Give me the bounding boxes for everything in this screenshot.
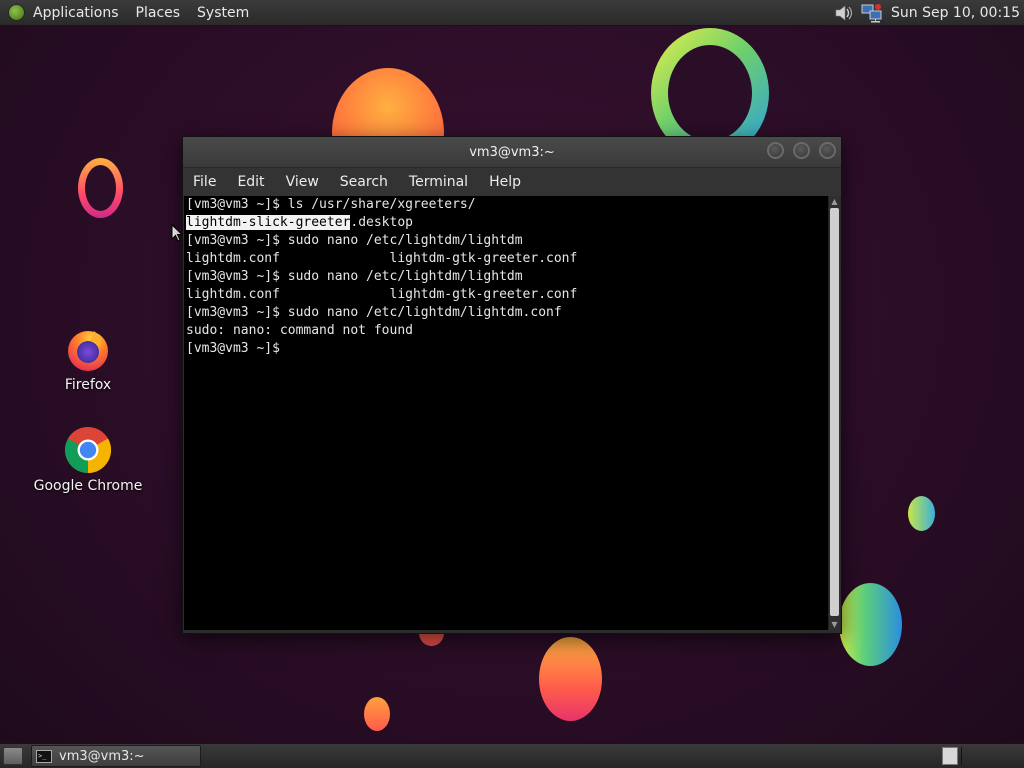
menu-system[interactable]: System	[197, 5, 249, 21]
desktop-icon-chrome[interactable]: Google Chrome	[33, 426, 143, 494]
menu-view[interactable]: View	[286, 174, 319, 190]
terminal-line: lightdm.conf lightdm-gtk-greeter.conf	[186, 287, 578, 302]
mate-logo-icon[interactable]	[8, 4, 25, 21]
menu-file[interactable]: File	[193, 174, 216, 190]
workspace-switcher[interactable]	[942, 747, 958, 765]
desktop-icon-firefox[interactable]: Firefox	[33, 325, 143, 393]
wallpaper-orange-ball-tiny	[364, 697, 390, 731]
terminal-line: [vm3@vm3 ~]$ ls /usr/share/xgreeters/	[186, 197, 476, 212]
taskbar-button-label: vm3@vm3:~	[59, 748, 145, 764]
chrome-icon	[64, 426, 112, 474]
terminal-text: .desktop	[350, 215, 413, 230]
wallpaper-blue-ball-small	[908, 496, 935, 531]
panel-separator	[961, 747, 962, 765]
volume-icon[interactable]	[833, 2, 855, 24]
wallpaper-blue-ball-large	[839, 583, 902, 666]
menu-places[interactable]: Places	[136, 5, 181, 21]
menu-help[interactable]: Help	[489, 174, 521, 190]
maximize-button[interactable]	[793, 142, 810, 159]
firefox-icon	[64, 325, 112, 373]
scroll-up-icon[interactable]: ▲	[829, 196, 840, 207]
terminal-scrollbar[interactable]: ▲ ▼	[828, 196, 840, 630]
system-tray: Sun Sep 10, 00:15	[827, 0, 1024, 25]
wallpaper-ring-small	[78, 158, 123, 218]
menu-search[interactable]: Search	[340, 174, 388, 190]
panel-clock[interactable]: Sun Sep 10, 00:15	[891, 5, 1020, 21]
terminal-line: [vm3@vm3 ~]$ sudo nano /etc/lightdm/ligh…	[186, 269, 523, 284]
desktop-icon-label: Google Chrome	[33, 478, 143, 494]
terminal-icon: >_	[36, 749, 52, 763]
terminal-window[interactable]: vm3@vm3:~ File Edit View Search Terminal…	[182, 136, 842, 634]
taskbar-button-terminal[interactable]: >_ vm3@vm3:~	[31, 745, 201, 767]
bottom-panel: >_ vm3@vm3:~	[0, 743, 1024, 768]
close-button[interactable]	[819, 142, 836, 159]
scroll-down-icon[interactable]: ▼	[829, 619, 840, 630]
menu-terminal[interactable]: Terminal	[409, 174, 468, 190]
network-icon[interactable]	[861, 2, 883, 24]
terminal-line: lightdm.conf lightdm-gtk-greeter.conf	[186, 251, 578, 266]
desktop-icon-label: Firefox	[64, 377, 112, 393]
window-title: vm3@vm3:~	[469, 144, 555, 160]
terminal-line: [vm3@vm3 ~]$ sudo nano /etc/lightdm/ligh…	[186, 305, 562, 320]
window-titlebar[interactable]: vm3@vm3:~	[183, 137, 841, 168]
terminal-line: sudo: nano: command not found	[186, 323, 413, 338]
terminal-line: lightdm-slick-greeter.desktop	[184, 214, 828, 232]
terminal-menubar: File Edit View Search Terminal Help	[183, 168, 841, 196]
top-panel: Applications Places System Sun Sep 10, 0…	[0, 0, 1024, 26]
terminal-output[interactable]: [vm3@vm3 ~]$ ls /usr/share/xgreeters/ li…	[184, 196, 828, 630]
scrollbar-thumb[interactable]	[830, 208, 839, 616]
menu-applications[interactable]: Applications	[33, 5, 119, 21]
show-desktop-icon[interactable]	[3, 747, 23, 765]
wallpaper-orange-ball-bottom	[539, 637, 602, 721]
terminal-prompt-line: [vm3@vm3 ~]$	[186, 341, 288, 356]
selected-text[interactable]: lightdm-slick-greeter	[186, 215, 351, 230]
menu-edit[interactable]: Edit	[237, 174, 264, 190]
minimize-button[interactable]	[767, 142, 784, 159]
terminal-line: [vm3@vm3 ~]$ sudo nano /etc/lightdm/ligh…	[186, 233, 523, 248]
window-controls	[758, 142, 836, 159]
